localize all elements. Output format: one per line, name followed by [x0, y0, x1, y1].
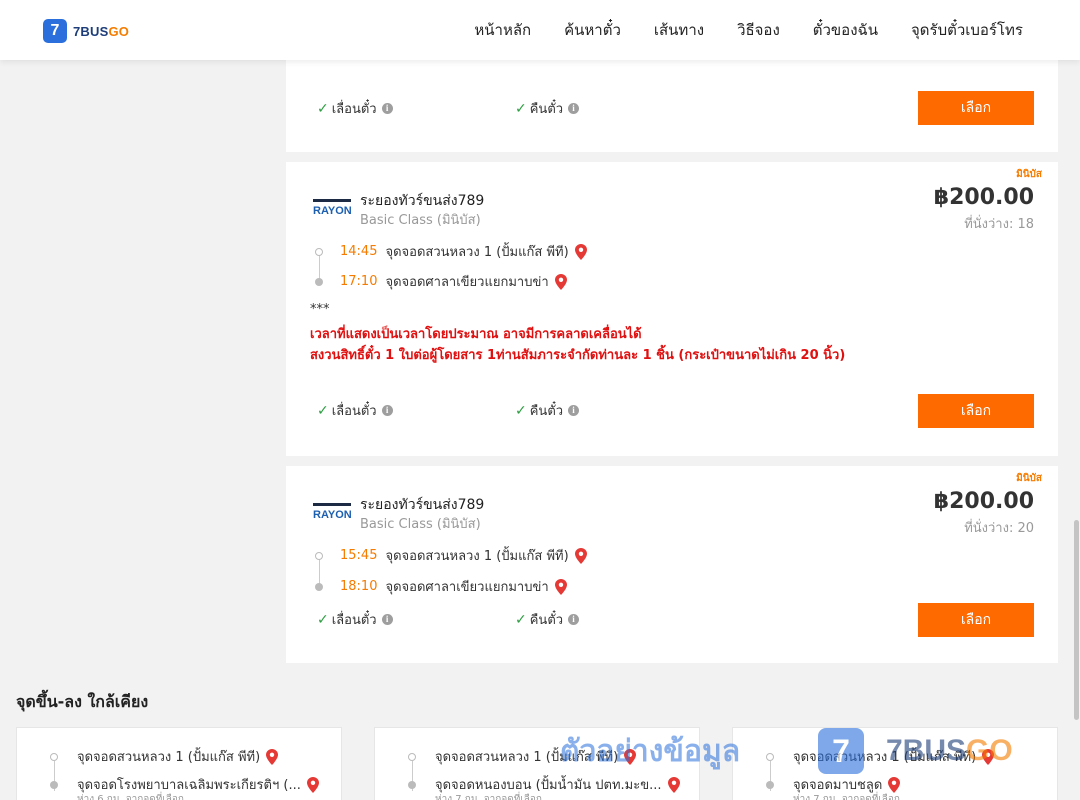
check-icon: ✓ [317, 402, 329, 419]
feature-label: เลื่อนตั๋ว [331, 404, 377, 419]
vehicle-type-tag: มินิบัส [1016, 473, 1042, 484]
map-pin-icon[interactable] [574, 243, 587, 260]
map-pin-icon[interactable] [266, 748, 279, 765]
nearby-distance: ห่าง 6 กม. จากจุดที่เลือก [77, 794, 184, 800]
nav-my-tickets[interactable]: ตั๋วของฉัน [813, 18, 878, 42]
sample-watermark-text: ตัวอย่างข้อมูล [560, 734, 741, 769]
nearby-card[interactable]: จุดจอดสวนหลวง 1 (ปั้มแก๊ส พีที) จุดจอดโร… [16, 727, 342, 800]
arrival-stop-name: จุดจอดศาลาเขียวแยกมาบข่า [385, 580, 549, 595]
operator-logo: RAYONG [313, 199, 351, 217]
scrollbar-thumb[interactable] [1074, 520, 1079, 720]
from-dot [408, 752, 416, 761]
trip-card: มินิบัส RAYONG ระยองทัวร์ขนส่ง789 Basic … [286, 466, 1058, 663]
feature-reschedule: ✓ เลื่อนตั๋ว i [317, 609, 393, 630]
arrival-time: 17:10 [340, 274, 378, 289]
feature-reschedule: ✓ เลื่อนตั๋ว i [317, 98, 393, 119]
map-pin-icon[interactable] [888, 776, 901, 793]
select-button[interactable]: เลือก [918, 394, 1034, 428]
arrival-time: 18:10 [340, 579, 378, 594]
info-icon[interactable]: i [568, 614, 580, 625]
departure-stop-name: จุดจอดสวนหลวง 1 (ปั้มแก๊ส พีที) [385, 245, 569, 260]
feature-label: เลื่อนตั๋ว [331, 613, 377, 628]
nav-routes[interactable]: เส้นทาง [654, 18, 704, 42]
from-dot [766, 752, 774, 761]
page-scrollbar[interactable] [1072, 60, 1080, 800]
departure-time: 15:45 [340, 548, 378, 563]
from-dot [50, 752, 58, 761]
trip-card-partial: ✓ เลื่อนตั๋ว i ✓ คืนตั๋ว i เลือก [286, 60, 1058, 152]
trip-card: มินิบัส RAYONG ระยองทัวร์ขนส่ง789 Basic … [286, 162, 1058, 456]
operator-logo: RAYONG [313, 503, 351, 521]
bus-class: Basic Class (มินิบัส) [360, 517, 481, 532]
map-pin-icon[interactable] [554, 273, 567, 290]
map-pin-icon[interactable] [306, 776, 319, 793]
ticket-price: ฿200.00 [933, 489, 1034, 514]
select-button[interactable]: เลือก [918, 603, 1034, 637]
logo-badge: 7 [43, 19, 67, 43]
info-icon[interactable]: i [381, 103, 393, 114]
feature-refund: ✓ คืนตั๋ว i [515, 400, 580, 421]
nav-pickup-points[interactable]: จุดรับตั๋วเบอร์โทร [911, 18, 1023, 42]
watermark-badge: 7 [818, 728, 864, 774]
logo-text: 7BUSGO [73, 23, 130, 39]
feature-refund: ✓ คืนตั๋ว i [515, 609, 580, 630]
info-icon[interactable]: i [568, 103, 580, 114]
watermark-logo: 7 7BUSGO [818, 728, 1013, 774]
site-logo[interactable]: 7 7BUSGO [43, 19, 129, 43]
main-nav: หน้าหลัก ค้นหาตั๋ว เส้นทาง วิธีจอง ตั๋วข… [441, 0, 1023, 60]
notice-line-2: สงวนสิทธิ์ตั๋ว 1 ใบต่อผู้โดยสาร 1ท่านสัม… [310, 348, 846, 363]
select-button[interactable]: เลือก [918, 91, 1034, 125]
map-pin-icon[interactable] [554, 578, 567, 595]
info-icon[interactable]: i [381, 614, 393, 625]
nav-search-tickets[interactable]: ค้นหาตั๋ว [564, 18, 621, 42]
nearby-from-name: จุดจอดสวนหลวง 1 (ปั้มแก๊ส พีที) [77, 750, 261, 765]
notice-line-1: เวลาที่แสดงเป็นเวลาโดยประมาณ อาจมีการคลา… [310, 327, 642, 342]
departure-dot [315, 551, 323, 560]
departure-dot [315, 247, 323, 256]
svg-text:RAYONG: RAYONG [313, 205, 351, 217]
check-icon: ✓ [317, 100, 329, 117]
watermark-word: 7BUSGO [886, 734, 1013, 767]
departure-stop-name: จุดจอดสวนหลวง 1 (ปั้มแก๊ส พีที) [385, 549, 569, 564]
arrival-stop: 17:10 จุดจอดศาลาเขียวแยกมาบข่า [315, 271, 567, 292]
nearby-section-title: จุดขึ้น-ลง ใกล้เคียง [16, 692, 149, 711]
nav-home[interactable]: หน้าหลัก [474, 18, 531, 42]
available-seats: ที่นั่งว่าง: 20 [964, 521, 1034, 536]
check-icon: ✓ [515, 402, 527, 419]
check-icon: ✓ [515, 611, 527, 628]
info-icon[interactable]: i [568, 405, 580, 416]
feature-label: คืนตั๋ว [529, 404, 564, 419]
note-stars: *** [310, 302, 330, 317]
feature-reschedule: ✓ เลื่อนตั๋ว i [317, 400, 393, 421]
departure-stop: 15:45 จุดจอดสวนหลวง 1 (ปั้มแก๊ส พีที) [315, 545, 587, 566]
nearby-distance: ห่าง 7 กม. จากจุดที่เลือก [435, 794, 542, 800]
feature-label: เลื่อนตั๋ว [331, 102, 377, 117]
arrival-stop: 18:10 จุดจอดศาลาเขียวแยกมาบข่า [315, 576, 567, 597]
to-dot [50, 780, 58, 789]
available-seats: ที่นั่งว่าง: 18 [964, 217, 1034, 232]
to-dot [408, 780, 416, 789]
nearby-from: จุดจอดสวนหลวง 1 (ปั้มแก๊ส พีที) [50, 746, 279, 767]
check-icon: ✓ [515, 100, 527, 117]
check-icon: ✓ [317, 611, 329, 628]
map-pin-icon[interactable] [574, 547, 587, 564]
bus-class: Basic Class (มินิบัส) [360, 213, 481, 228]
nav-how-to-book[interactable]: วิธีจอง [737, 18, 780, 42]
info-icon[interactable]: i [381, 405, 393, 416]
to-dot [766, 780, 774, 789]
nearby-distance: ห่าง 7 กม. จากจุดที่เลือก [793, 794, 900, 800]
svg-text:RAYONG: RAYONG [313, 509, 351, 521]
arrival-stop-name: จุดจอดศาลาเขียวแยกมาบข่า [385, 275, 549, 290]
top-header: 7 7BUSGO หน้าหลัก ค้นหาตั๋ว เส้นทาง วิธี… [0, 0, 1080, 60]
feature-refund: ✓ คืนตั๋ว i [515, 98, 580, 119]
feature-label: คืนตั๋ว [529, 613, 564, 628]
ticket-price: ฿200.00 [933, 185, 1034, 210]
departure-stop: 14:45 จุดจอดสวนหลวง 1 (ปั้มแก๊ส พีที) [315, 241, 587, 262]
departure-time: 14:45 [340, 244, 378, 259]
map-pin-icon[interactable] [667, 776, 680, 793]
arrival-dot [315, 582, 323, 591]
vehicle-type-tag: มินิบัส [1016, 169, 1042, 180]
feature-label: คืนตั๋ว [529, 102, 564, 117]
arrival-dot [315, 277, 323, 286]
